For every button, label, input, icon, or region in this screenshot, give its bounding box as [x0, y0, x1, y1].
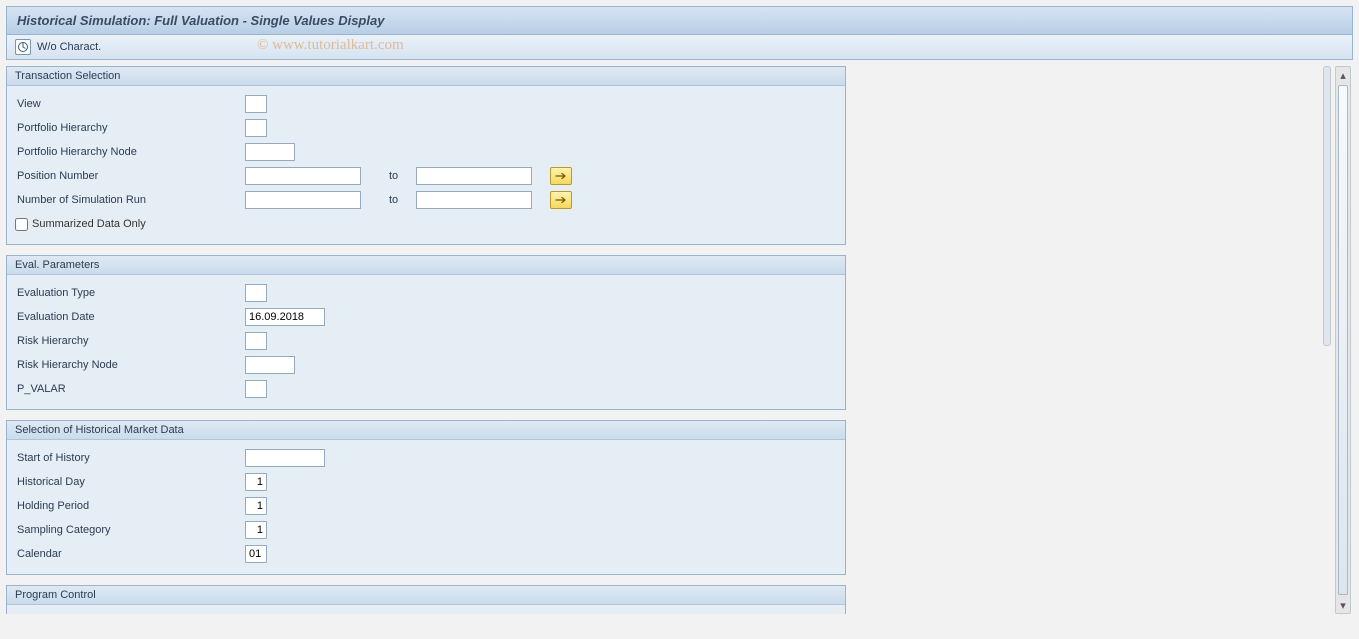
holding-period-input[interactable]: [245, 497, 267, 515]
group-header-hist: Selection of Historical Market Data: [7, 421, 845, 440]
page-title: Historical Simulation: Full Valuation - …: [6, 6, 1353, 35]
label-summarized-data: Summarized Data Only: [32, 218, 146, 230]
calendar-input[interactable]: [245, 545, 267, 563]
group-header-transaction: Transaction Selection: [7, 67, 845, 86]
risk-hierarchy-node-input[interactable]: [245, 356, 295, 374]
evaluation-type-input[interactable]: [245, 284, 267, 302]
label-holding-period: Holding Period: [15, 500, 245, 512]
label-portfolio-hierarchy-node: Portfolio Hierarchy Node: [15, 146, 245, 158]
risk-hierarchy-input[interactable]: [245, 332, 267, 350]
summarized-data-checkbox[interactable]: [15, 218, 28, 231]
label-view: View: [15, 98, 245, 110]
label-to-2: to: [389, 194, 398, 206]
position-number-low-input[interactable]: [245, 167, 361, 185]
group-header-eval: Eval. Parameters: [7, 256, 845, 275]
label-risk-hierarchy-node: Risk Hierarchy Node: [15, 359, 245, 371]
label-evaluation-type: Evaluation Type: [15, 287, 245, 299]
label-risk-hierarchy: Risk Hierarchy: [15, 335, 245, 347]
simulation-run-low-input[interactable]: [245, 191, 361, 209]
toolbar: W/o Charact. © www.tutorialkart.com: [6, 35, 1353, 60]
position-number-high-input[interactable]: [416, 167, 532, 185]
group-eval-parameters: Eval. Parameters Evaluation Type Evaluat…: [6, 255, 846, 410]
label-historical-day: Historical Day: [15, 476, 245, 488]
label-calendar: Calendar: [15, 548, 245, 560]
label-p-valar: P_VALAR: [15, 383, 245, 395]
start-history-input[interactable]: [245, 449, 325, 467]
wo-charact-button[interactable]: W/o Charact.: [37, 41, 101, 53]
group-transaction-selection: Transaction Selection View Portfolio Hie…: [6, 66, 846, 245]
content-area: Transaction Selection View Portfolio Hie…: [6, 60, 1353, 620]
execute-icon[interactable]: [15, 39, 31, 55]
inner-scrollbar[interactable]: [1323, 66, 1331, 346]
portfolio-hierarchy-node-input[interactable]: [245, 143, 295, 161]
label-start-history: Start of History: [15, 452, 245, 464]
group-header-program: Program Control: [7, 586, 845, 605]
label-simulation-run: Number of Simulation Run: [15, 194, 245, 206]
watermark: © www.tutorialkart.com: [257, 37, 404, 54]
portfolio-hierarchy-input[interactable]: [245, 119, 267, 137]
vertical-scrollbar[interactable]: ▴ ▾: [1335, 66, 1351, 614]
scroll-down-icon[interactable]: ▾: [1336, 597, 1350, 613]
scroll-up-icon[interactable]: ▴: [1336, 67, 1350, 83]
view-input[interactable]: [245, 95, 267, 113]
label-sampling-category: Sampling Category: [15, 524, 245, 536]
evaluation-date-input[interactable]: [245, 308, 325, 326]
historical-day-input[interactable]: [245, 473, 267, 491]
label-portfolio-hierarchy: Portfolio Hierarchy: [15, 122, 245, 134]
p-valar-input[interactable]: [245, 380, 267, 398]
sampling-category-input[interactable]: [245, 521, 267, 539]
group-historical-market-data: Selection of Historical Market Data Star…: [6, 420, 846, 575]
right-scroll-area: ▴ ▾: [852, 66, 1353, 614]
multiple-selection-button-simrun[interactable]: [550, 191, 572, 209]
label-position-number: Position Number: [15, 170, 245, 182]
label-evaluation-date: Evaluation Date: [15, 311, 245, 323]
group-program-control: Program Control Display Currency Evaluat…: [6, 585, 846, 614]
scroll-thumb[interactable]: [1338, 85, 1348, 595]
simulation-run-high-input[interactable]: [416, 191, 532, 209]
label-to-1: to: [389, 170, 398, 182]
multiple-selection-button-posnum[interactable]: [550, 167, 572, 185]
form-column: Transaction Selection View Portfolio Hie…: [6, 66, 846, 614]
